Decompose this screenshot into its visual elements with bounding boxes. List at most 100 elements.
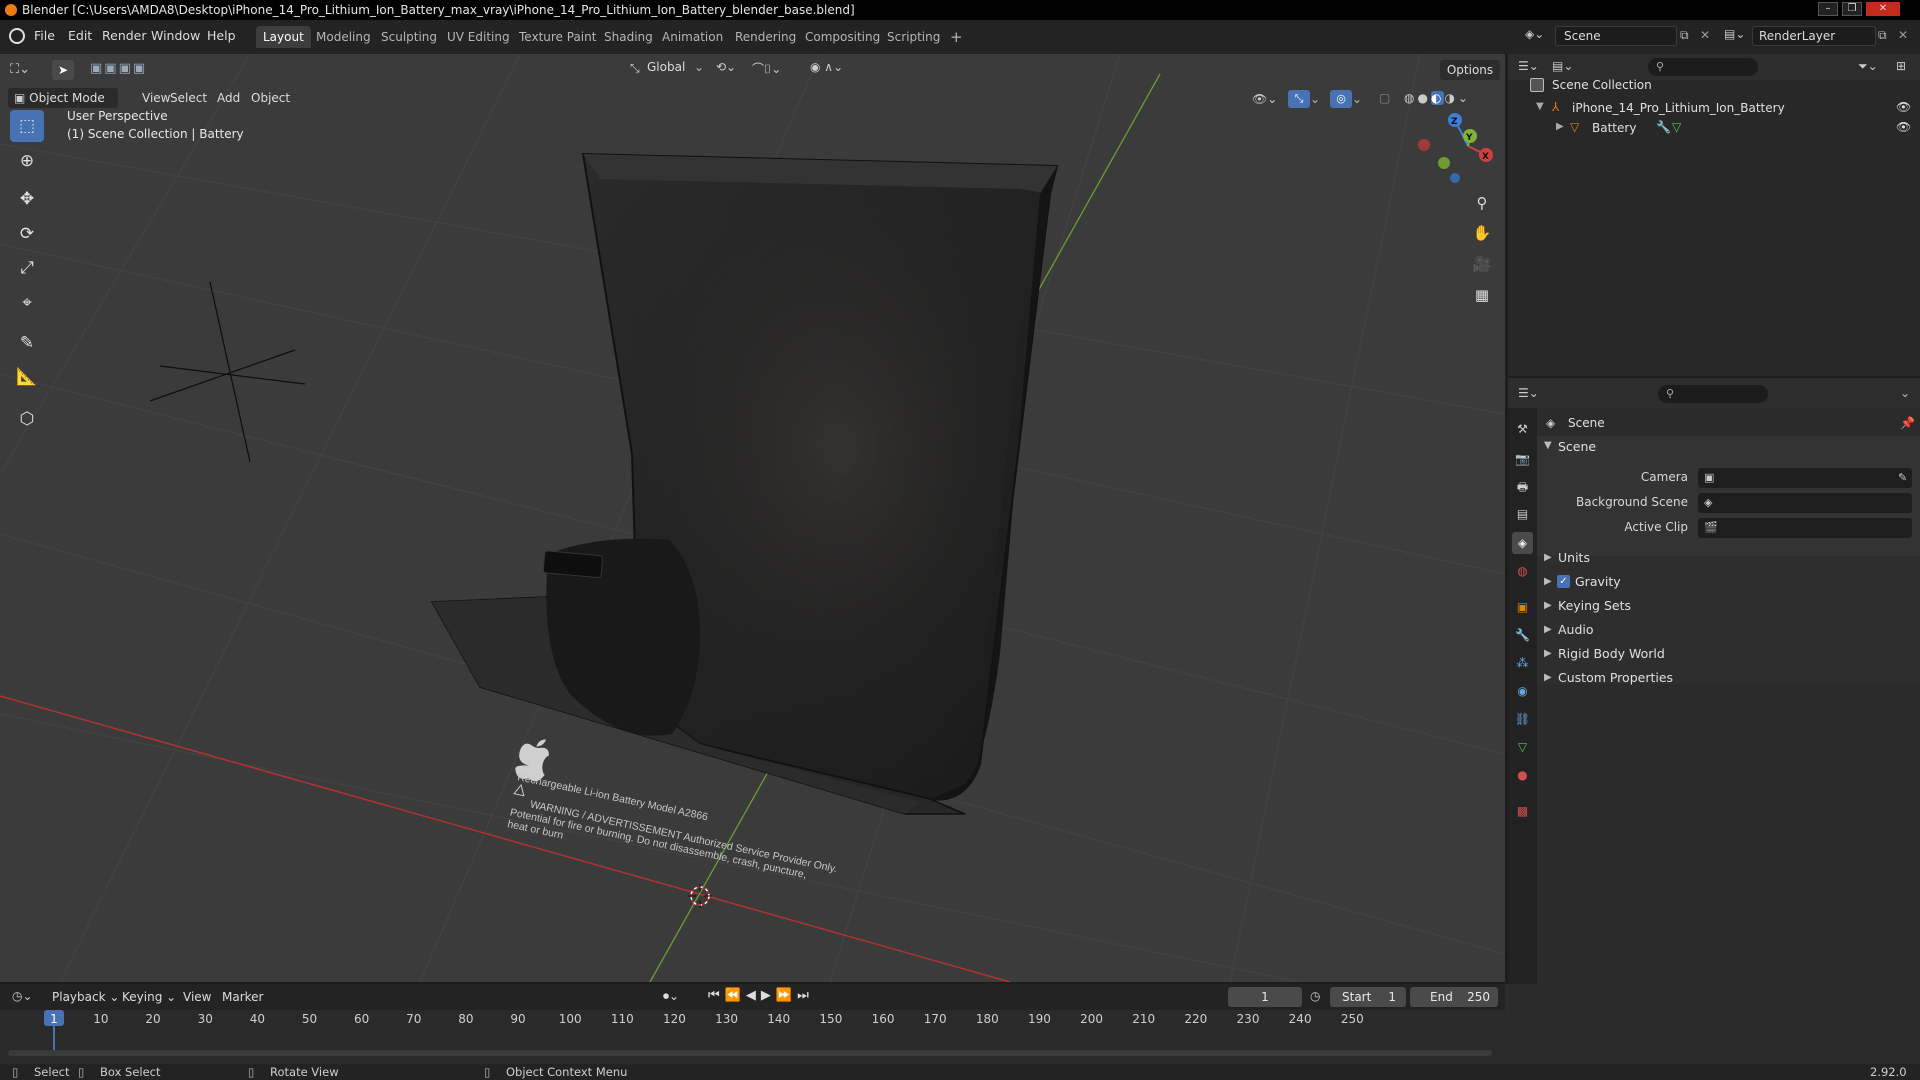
pin-icon[interactable]: 📌 [1900,416,1915,430]
outliner-row-battery[interactable]: ▶ ▽ Battery 🔧 ▽ 👁 [1508,118,1920,138]
display-mode-icon[interactable]: ▤⌄ [1552,59,1573,73]
visibility-eye-icon[interactable]: 👁 [1896,120,1911,134]
texture-tab-icon[interactable]: ▩ [1512,800,1533,822]
new-collection-icon[interactable]: ⊞ [1896,59,1906,73]
modifier-wrench-icon[interactable]: 🔧 [1656,120,1671,134]
physics-tab-icon[interactable]: ◉ [1512,680,1533,702]
shading-mode-icons[interactable]: ◍●◐◑⌄ [1404,91,1471,105]
properties-search-input[interactable]: ⚲ [1658,385,1768,403]
measure-tool[interactable]: 📐 [10,361,44,393]
properties-options-icon[interactable]: ⌄ [1900,386,1910,400]
outliner-search-input[interactable]: ⚲ [1648,58,1758,76]
constraints-tab-icon[interactable]: ⛓ [1512,708,1533,730]
xray-toggle-icon[interactable]: ▢ [1379,91,1390,105]
gizmo-chevron-icon[interactable]: ⌄ [1310,92,1320,106]
new-view-layer-icon[interactable]: ⧉ [1878,28,1887,43]
menu-marker[interactable]: Marker [216,987,269,1007]
tab-shading[interactable]: Shading [597,26,660,48]
menu-help[interactable]: Help [207,28,236,43]
active-clip-field[interactable]: 🎬 [1698,518,1912,538]
properties-editor-icon[interactable]: ☰⌄ [1518,386,1539,400]
add-cube-tool[interactable]: ⬡ [10,403,44,435]
gravity-checkbox[interactable]: ✓ [1557,575,1570,588]
gizmo-toggle-icon[interactable]: ⤡ [1288,90,1310,108]
collapse-chevron-icon[interactable]: ▶ [1556,121,1564,132]
overlay-toggle-icon[interactable]: ◎ [1330,90,1352,108]
camera-field[interactable]: ▣ ✎ [1698,468,1912,488]
menu-edit[interactable]: Edit [68,28,92,43]
tab-scripting[interactable]: Scripting [880,26,947,48]
new-scene-icon[interactable]: ⧉ [1680,28,1689,43]
scene-section-title[interactable]: Scene [1558,439,1596,454]
editor-type-icon[interactable]: ⛶⌄ [10,62,30,77]
minimize-button[interactable]: – [1818,2,1838,16]
record-icon[interactable]: ⏺⌄ [663,989,679,1004]
scene-name-field[interactable]: Scene [1555,26,1677,46]
delete-view-layer-icon[interactable]: ✕ [1898,28,1908,42]
proportional-edit-icon[interactable]: ◉ ∧⌄ [810,60,843,74]
select-box-tool[interactable]: ⬚ [10,110,44,142]
move-tool[interactable]: ✥ [10,183,44,215]
options-dropdown[interactable]: Options [1440,60,1500,80]
section-expand-icon[interactable]: ▼ [1544,440,1552,451]
data-tab-icon[interactable]: ▽ [1512,736,1533,758]
tab-layout[interactable]: Layout [256,26,311,48]
playback-controls[interactable]: ⏮⏪◀▶⏩⏭ [708,988,814,1003]
select-mode-icon[interactable]: ➤ [52,60,74,80]
current-frame-field[interactable]: 1 [1228,987,1302,1007]
camera-view-icon[interactable]: 🎥 [1469,251,1495,277]
zoom-icon[interactable]: ⚲ [1469,190,1495,216]
timeline-editor-icon[interactable]: ◷⌄ [12,989,33,1003]
rotate-tool[interactable]: ⟳ [10,218,44,250]
material-tab-icon[interactable]: ● [1512,764,1533,786]
start-frame-field[interactable]: Start 1 [1330,987,1406,1007]
modifier-tab-icon[interactable]: 🔧 [1512,624,1533,646]
delete-scene-icon[interactable]: ✕ [1700,28,1710,42]
overlay-chevron-icon[interactable]: ⌄ [1352,92,1362,106]
selection-mode-icons[interactable]: ▣▣▣▣ [90,61,147,76]
maximize-button[interactable]: ❐ [1842,2,1862,16]
background-scene-field[interactable]: ◈ [1698,493,1912,513]
annotate-tool[interactable]: ✎ [10,327,44,359]
menu-add[interactable]: Add [211,88,246,108]
scene-tab-icon[interactable]: ◈ [1512,532,1533,554]
outliner-row-collection[interactable]: ▼ ⅄ iPhone_14_Pro_Lithium_Ion_Battery 👁 [1508,98,1920,118]
tab-compositing[interactable]: Compositing [798,26,887,48]
menu-playback[interactable]: Playback ⌄ [46,987,125,1007]
visibility-eye-icon[interactable]: 👁 [1896,100,1911,114]
cursor-tool[interactable]: ⊕ [10,145,44,177]
pivot-point-icon[interactable]: ⟲⌄ [716,60,736,74]
tab-modeling[interactable]: Modeling [309,26,378,48]
snap-icon[interactable]: ⌒⌷⌄ [752,60,781,77]
render-tab-icon[interactable]: 📷 [1512,448,1533,470]
visibility-icon[interactable]: 👁⌄ [1252,92,1277,106]
blender-menu-icon[interactable] [9,28,25,44]
outliner-editor-icon[interactable]: ☰⌄ [1518,59,1539,73]
timeline-scrollbar[interactable] [8,1050,1492,1056]
object-tab-icon[interactable]: ▣ [1512,596,1533,618]
scale-tool[interactable]: ⤢ [10,252,44,284]
perspective-grid-icon[interactable]: ▦ [1469,282,1495,308]
tool-tab-icon[interactable]: ⚒ [1512,418,1533,440]
tab-uv-editing[interactable]: UV Editing [440,26,517,48]
view-layer-browse-icon[interactable]: ▤⌄ [1724,27,1745,41]
preview-range-icon[interactable]: ◷ [1310,989,1320,1003]
menu-select[interactable]: Select [164,88,213,108]
tab-animation[interactable]: Animation [655,26,730,48]
menu-keying[interactable]: Keying ⌄ [116,987,182,1007]
particles-tab-icon[interactable]: ⁂ [1512,652,1533,674]
menu-render[interactable]: Render [102,28,147,43]
menu-window[interactable]: Window [151,28,200,43]
end-frame-field[interactable]: End 250 [1410,987,1498,1007]
filter-icon[interactable]: ⏷⌄ [1858,59,1878,74]
tab-rendering[interactable]: Rendering [728,26,803,48]
expand-chevron-icon[interactable]: ▼ [1536,101,1544,112]
world-tab-icon[interactable]: ◍ [1512,560,1533,582]
menu-file[interactable]: File [34,28,55,43]
orientation-chevron-icon[interactable]: ⌄ [694,60,704,74]
scene-browse-icon[interactable]: ◈⌄ [1525,27,1553,47]
menu-timeline-view[interactable]: View [177,987,217,1007]
tab-texture-paint[interactable]: Texture Paint [512,26,603,48]
mesh-data-icon[interactable]: ▽ [1672,120,1681,134]
transform-tool[interactable]: ⌖ [10,287,44,319]
